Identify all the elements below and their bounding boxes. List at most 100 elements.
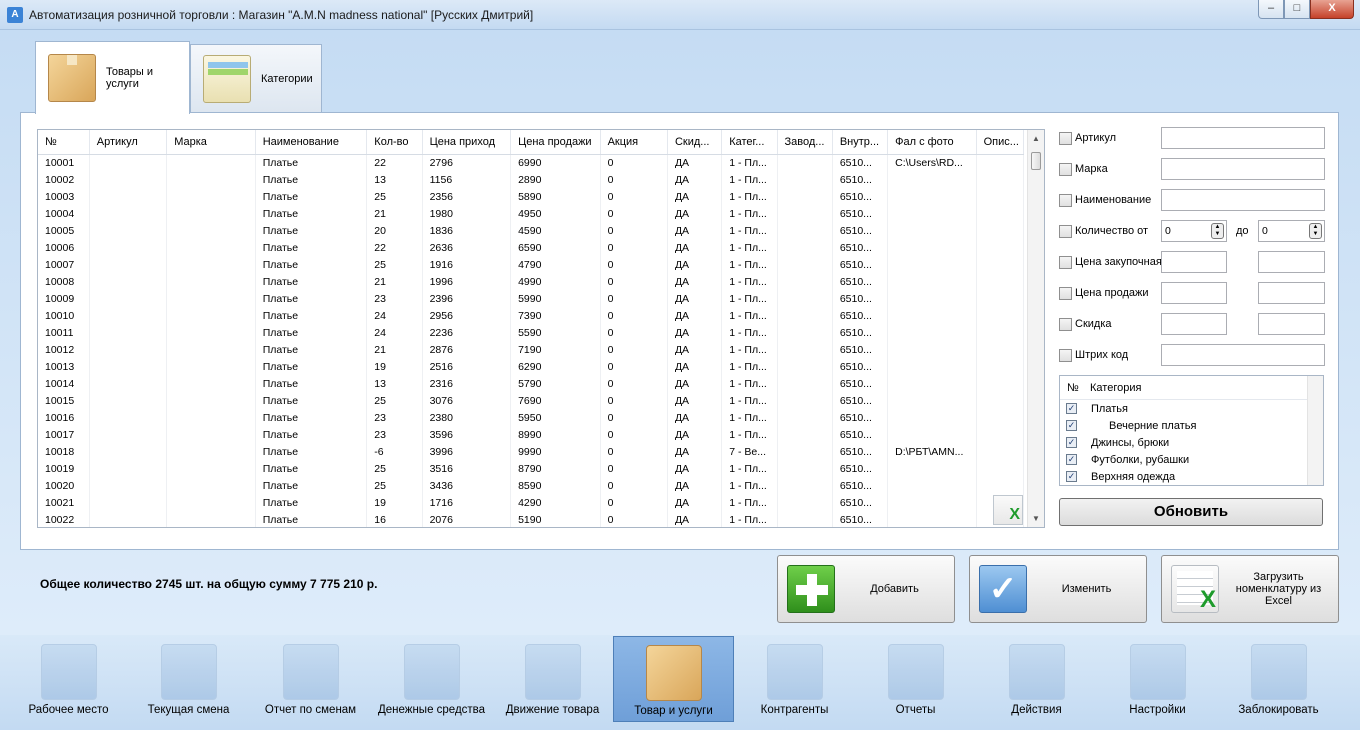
close-button[interactable]: X [1310, 0, 1354, 19]
column-header[interactable]: Катег... [721, 130, 778, 155]
table-row[interactable]: 10017 Платье 23 3596 8990 0 ДА 1 - Пл... 6510... [38, 426, 1025, 443]
table-row[interactable]: 10007 Платье 25 1916 4790 0 ДА 1 - Пл... 6510... [38, 256, 1025, 273]
category-item[interactable]: ✓ Вечерние платья [1060, 417, 1323, 434]
qty-from-stepper[interactable]: 0 ▲ ▼ [1161, 220, 1227, 242]
buy-price-checkbox[interactable] [1059, 255, 1072, 269]
minimize-button[interactable]: – [1258, 0, 1284, 19]
table-row[interactable]: 10012 Платье 21 2876 7190 0 ДА 1 - Пл... 6510... [38, 341, 1025, 358]
table-row[interactable]: 10003 Платье 25 2356 5890 0 ДА 1 - Пл... 6510... [38, 188, 1025, 205]
filter-discount[interactable]: Скидка [1059, 313, 1112, 335]
table-row[interactable]: 10004 Платье 21 1980 4950 0 ДА 1 - Пл... 6510... [38, 205, 1025, 222]
name-input[interactable] [1161, 189, 1325, 211]
name-checkbox[interactable] [1059, 193, 1072, 207]
scroll-up-icon[interactable]: ▲ [1028, 130, 1044, 147]
maximize-button[interactable]: □ [1284, 0, 1310, 19]
article-input[interactable] [1161, 127, 1325, 149]
tab-products[interactable]: Товары и услуги [35, 41, 190, 114]
qty-checkbox[interactable] [1059, 224, 1072, 238]
scroll-down-icon[interactable]: ▼ [1028, 510, 1044, 527]
table-row[interactable]: 10020 Платье 25 3436 8590 0 ДА 1 - Пл... 6510... [38, 477, 1025, 494]
table-row[interactable]: 10019 Платье 25 3516 8790 0 ДА 1 - Пл... 6510... [38, 460, 1025, 477]
table-row[interactable]: 10011 Платье 24 2236 5590 0 ДА 1 - Пл... 6510... [38, 324, 1025, 341]
discount-to-input[interactable] [1258, 313, 1325, 335]
nav-current-shift[interactable]: Текущая смена [128, 636, 249, 722]
barcode-input[interactable] [1161, 344, 1325, 366]
nav-reports[interactable]: Отчеты [855, 636, 976, 722]
filter-sell-price[interactable]: Цена продажи [1059, 282, 1149, 304]
checkbox-checked-icon[interactable]: ✓ [1066, 420, 1077, 431]
checkbox-checked-icon[interactable]: ✓ [1066, 471, 1077, 482]
brand-checkbox[interactable] [1059, 162, 1072, 176]
column-header[interactable]: Фал с фото [887, 130, 977, 155]
nav-contractors[interactable]: Контрагенты [734, 636, 855, 722]
column-header[interactable]: Внутр... [832, 130, 889, 155]
sell-price-checkbox[interactable] [1059, 286, 1072, 300]
excel-export-icon[interactable] [993, 495, 1023, 525]
spin-icon[interactable]: ▲ ▼ [1309, 223, 1322, 239]
filter-brand[interactable]: Марка [1059, 158, 1108, 180]
column-header[interactable]: Кол-во [366, 130, 423, 155]
column-header[interactable]: Цена приход [422, 130, 512, 155]
products-grid[interactable]: № Артикул Марка Наименование Кол-во Цена прих… [37, 129, 1045, 528]
column-header[interactable]: № [38, 130, 90, 155]
filter-name[interactable]: Наименование [1059, 189, 1151, 211]
brand-input[interactable] [1161, 158, 1325, 180]
table-row[interactable]: 10018 Платье -6 3996 9990 0 ДА 7 - Ве... 6510...… [38, 443, 1025, 460]
category-item[interactable]: ✓ Джинсы, брюки [1060, 434, 1323, 451]
spin-icon[interactable]: ▲ ▼ [1211, 223, 1224, 239]
category-scrollbar[interactable] [1307, 376, 1323, 485]
table-row[interactable]: 10006 Платье 22 2636 6590 0 ДА 1 - Пл... 6510... [38, 239, 1025, 256]
update-button[interactable]: Обновить [1059, 498, 1323, 526]
table-row[interactable]: 10005 Платье 20 1836 4590 0 ДА 1 - Пл... 6510... [38, 222, 1025, 239]
checkbox-checked-icon[interactable]: ✓ [1066, 403, 1077, 414]
table-row[interactable]: 10015 Платье 25 3076 7690 0 ДА 1 - Пл... 6510... [38, 392, 1025, 409]
table-row[interactable]: 10009 Платье 23 2396 5990 0 ДА 1 - Пл... 6510... [38, 290, 1025, 307]
column-header[interactable]: Цена продажи [510, 130, 601, 155]
nav-lock[interactable]: Заблокировать [1218, 636, 1339, 722]
scroll-thumb[interactable] [1031, 152, 1041, 170]
column-header[interactable]: Наименование [255, 130, 368, 155]
nav-workplace[interactable]: Рабочее место [8, 636, 129, 722]
table-row[interactable]: 10002 Платье 13 1156 2890 0 ДА 1 - Пл... 6510... [38, 171, 1025, 188]
import-excel-button[interactable]: Загрузить номенклатуру из Excel [1161, 555, 1339, 623]
nav-shift-report[interactable]: Отчет по сменам [250, 636, 371, 722]
nav-actions[interactable]: Действия [976, 636, 1097, 722]
filter-buy-price[interactable]: Цена закупочная [1059, 251, 1162, 273]
barcode-checkbox[interactable] [1059, 348, 1072, 362]
category-item[interactable]: ✓ Футболки, рубашки [1060, 451, 1323, 468]
buy-price-to-input[interactable] [1258, 251, 1325, 273]
tab-categories[interactable]: Категории [190, 44, 322, 112]
filter-barcode[interactable]: Штрих код [1059, 344, 1128, 366]
discount-from-input[interactable] [1161, 313, 1227, 335]
filter-article[interactable]: Артикул [1059, 127, 1116, 149]
category-list[interactable]: № Категория ✓ Платья ✓ Вечерние платья ✓ Дж… [1059, 375, 1324, 486]
nav-products[interactable]: Товар и услуги [613, 636, 734, 722]
column-header[interactable]: Марка [166, 130, 256, 155]
nav-cash[interactable]: Денежные средства [371, 636, 492, 722]
checkbox-checked-icon[interactable]: ✓ [1066, 454, 1077, 465]
category-item[interactable]: ✓ Верхняя одежда [1060, 468, 1323, 485]
column-header[interactable]: Опис... [976, 130, 1025, 155]
column-header[interactable]: Завод... [777, 130, 833, 155]
checkbox-checked-icon[interactable]: ✓ [1066, 437, 1077, 448]
table-row[interactable]: 10001 Платье 22 2796 6990 0 ДА 1 - Пл... 6510...… [38, 154, 1025, 171]
discount-checkbox[interactable] [1059, 317, 1072, 331]
sell-price-from-input[interactable] [1161, 282, 1227, 304]
column-header[interactable]: Артикул [89, 130, 168, 155]
table-row[interactable]: 10021 Платье 19 1716 4290 0 ДА 1 - Пл... 6510... [38, 494, 1025, 511]
table-row[interactable]: 10014 Платье 13 2316 5790 0 ДА 1 - Пл... 6510... [38, 375, 1025, 392]
sell-price-to-input[interactable] [1258, 282, 1325, 304]
filter-qty[interactable]: Количество от [1059, 220, 1148, 242]
nav-settings[interactable]: Настройки [1097, 636, 1218, 722]
table-row[interactable]: 10016 Платье 23 2380 5950 0 ДА 1 - Пл... 6510... [38, 409, 1025, 426]
qty-to-stepper[interactable]: 0 ▲ ▼ [1258, 220, 1325, 242]
category-item[interactable]: ✓ Платья [1060, 400, 1323, 417]
column-header[interactable]: Акция [600, 130, 668, 155]
table-row[interactable]: 10022 Платье 16 2076 5190 0 ДА 1 - Пл... 6510... [38, 511, 1025, 527]
nav-goods-movement[interactable]: Движение товара [492, 636, 613, 722]
edit-button[interactable]: ✓ Изменить [969, 555, 1147, 623]
buy-price-from-input[interactable] [1161, 251, 1227, 273]
table-row[interactable]: 10013 Платье 19 2516 6290 0 ДА 1 - Пл... 6510... [38, 358, 1025, 375]
table-row[interactable]: 10010 Платье 24 2956 7390 0 ДА 1 - Пл... 6510... [38, 307, 1025, 324]
table-row[interactable]: 10008 Платье 21 1996 4990 0 ДА 1 - Пл... 6510... [38, 273, 1025, 290]
